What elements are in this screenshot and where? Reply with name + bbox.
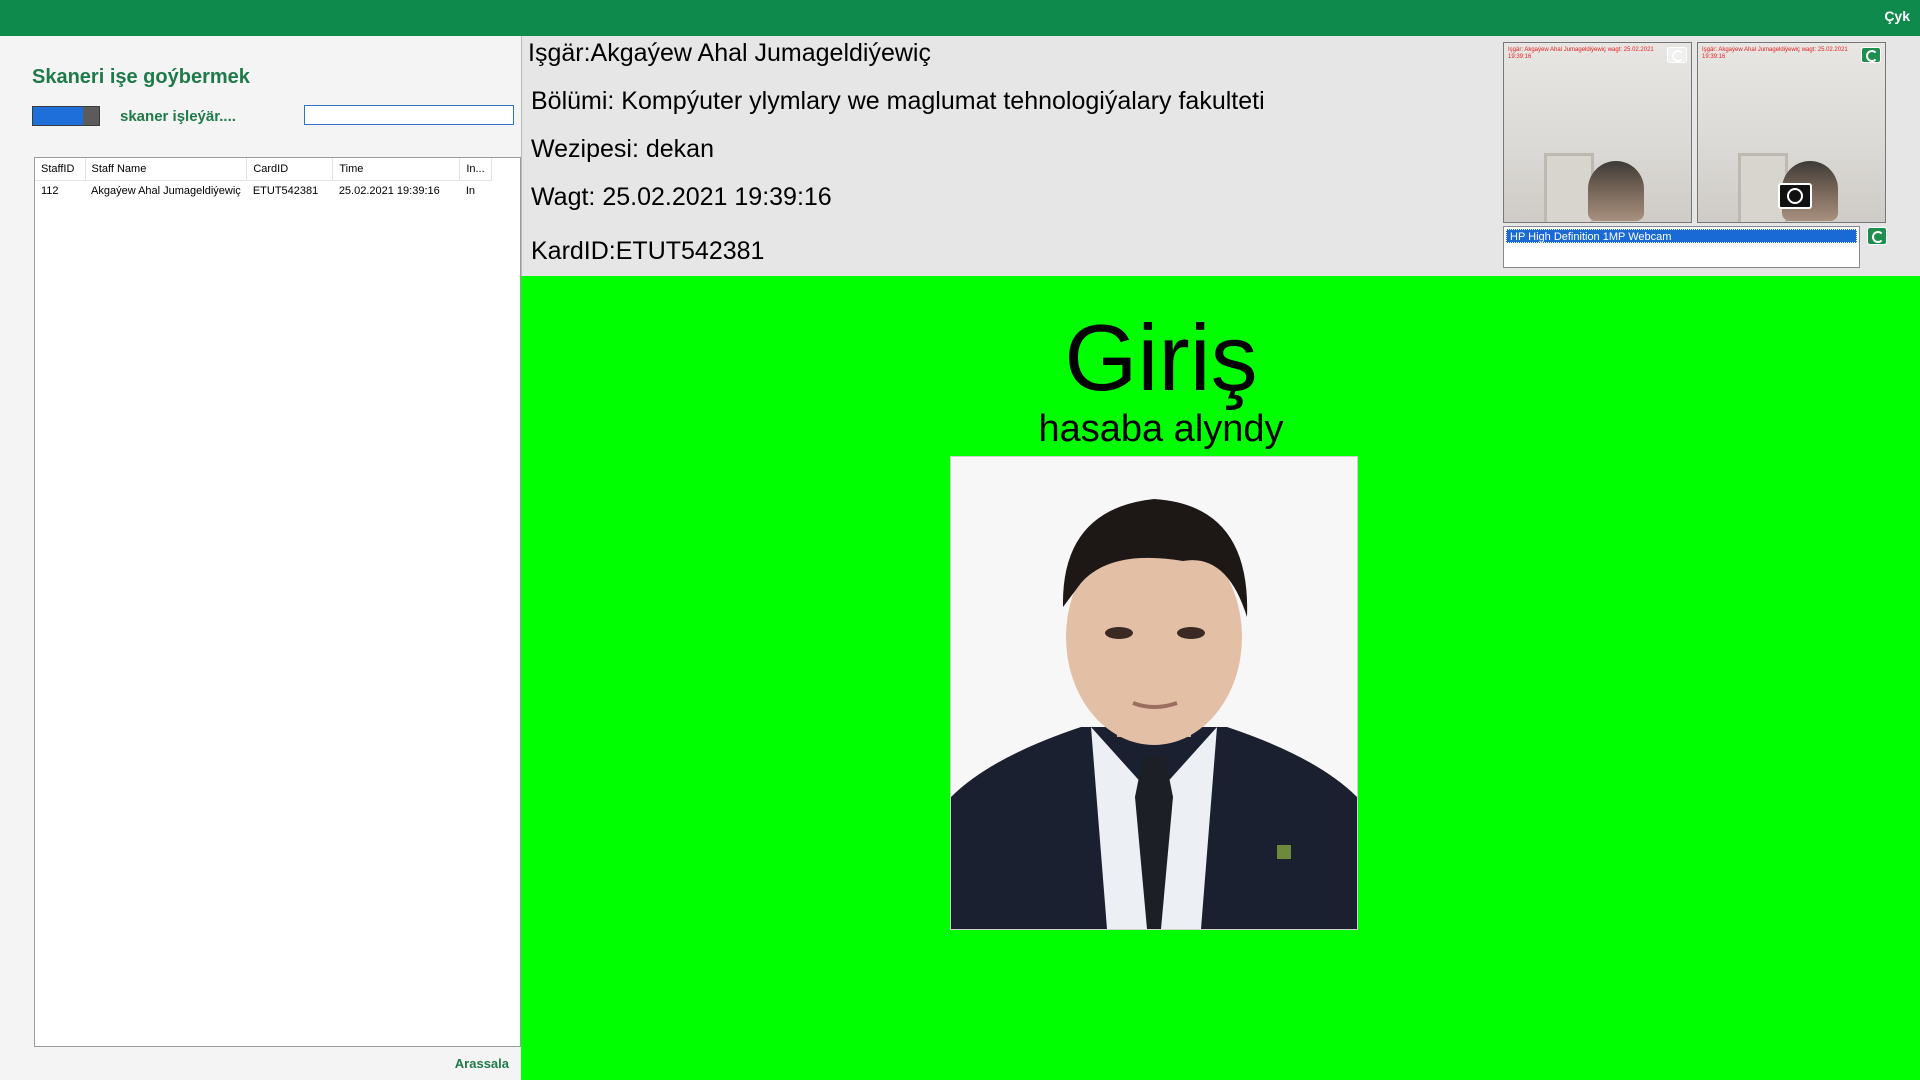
- employee-name: Işgär:Akgaýew Ahal Jumageldiýewiç: [528, 39, 931, 67]
- webcam-device-list[interactable]: HP High Definition 1MP Webcam: [1503, 226, 1860, 268]
- card-scan-input[interactable]: [304, 105, 514, 125]
- employee-department: Bölümi: Kompýuter ylymlary we maglumat t…: [531, 87, 1265, 115]
- scanner-toggle[interactable]: [32, 106, 100, 126]
- scanner-title: Skaneri işe goýbermek: [32, 66, 250, 88]
- result-title: Giriş: [1064, 305, 1258, 410]
- camera-preview-2: Işgär: Akgaýew Ahal Jumageldiýewiç wagt:…: [1697, 42, 1886, 223]
- toggle-knob[interactable]: [83, 107, 99, 125]
- employee-photo-image: [951, 457, 1357, 929]
- column-header-cardid[interactable]: CardID: [246, 158, 334, 181]
- column-header-staff-name[interactable]: Staff Name: [85, 158, 248, 181]
- device-refresh-icon[interactable]: [1867, 227, 1887, 245]
- webcam-device-item[interactable]: HP High Definition 1MP Webcam: [1506, 229, 1857, 243]
- employee-position: Wezipesi: dekan: [531, 135, 714, 163]
- cell-staff-name: Akgaýew Ahal Jumageldiýewiç: [91, 185, 241, 197]
- clear-button[interactable]: Arassala: [455, 1056, 509, 1071]
- cell-staffid: 112: [41, 185, 59, 197]
- exit-button[interactable]: Çyk: [1884, 8, 1910, 24]
- attendance-log-list[interactable]: StaffID Staff Name CardID Time In... 112…: [34, 157, 521, 1047]
- scan-result-panel: Giriş hasaba alyndy: [521, 276, 1920, 1080]
- camera-capture-icon[interactable]: [1778, 183, 1812, 209]
- column-header-in[interactable]: In...: [459, 158, 492, 181]
- camera-overlay-text: Işgär: Akgaýew Ahal Jumageldiýewiç wagt:…: [1702, 47, 1848, 60]
- scan-time: Wagt: 25.02.2021 19:39:16: [531, 183, 832, 211]
- scanner-status: skaner işleýär....: [120, 108, 236, 125]
- person-image: [1588, 161, 1644, 221]
- scanner-panel: Skaneri işe goýbermek skaner işleýär....…: [0, 36, 521, 1080]
- door-image: [1544, 153, 1594, 222]
- camera-refresh-icon[interactable]: [1861, 47, 1881, 63]
- camera-overlay-text: Işgär: Akgaýew Ahal Jumageldiýewiç wagt:…: [1508, 47, 1654, 60]
- cell-cardid: ETUT542381: [252, 185, 319, 197]
- cell-time: 25.02.2021 19:39:16: [338, 185, 440, 197]
- column-header-time[interactable]: Time: [332, 158, 461, 181]
- cell-direction: In: [465, 185, 475, 197]
- camera-preview-1: Işgär: Akgaýew Ahal Jumageldiýewiç wagt:…: [1503, 42, 1692, 223]
- card-id: KardID:ETUT542381: [531, 237, 765, 265]
- title-bar: Çyk: [0, 0, 1920, 36]
- result-subtitle: hasaba alyndy: [1038, 408, 1284, 450]
- employee-photo: [950, 456, 1358, 930]
- employee-info-panel: Işgär:Akgaýew Ahal Jumageldiýewiç Bölümi…: [521, 36, 1920, 276]
- camera-refresh-icon[interactable]: [1667, 47, 1687, 63]
- attendance-table: StaffID Staff Name CardID Time In... 112…: [35, 158, 492, 201]
- column-header-staffid[interactable]: StaffID: [35, 158, 86, 181]
- table-row[interactable]: 112 Akgaýew Ahal Jumageldiýewiç ETUT5423…: [35, 181, 491, 202]
- table-header-row: StaffID Staff Name CardID Time In...: [35, 158, 492, 181]
